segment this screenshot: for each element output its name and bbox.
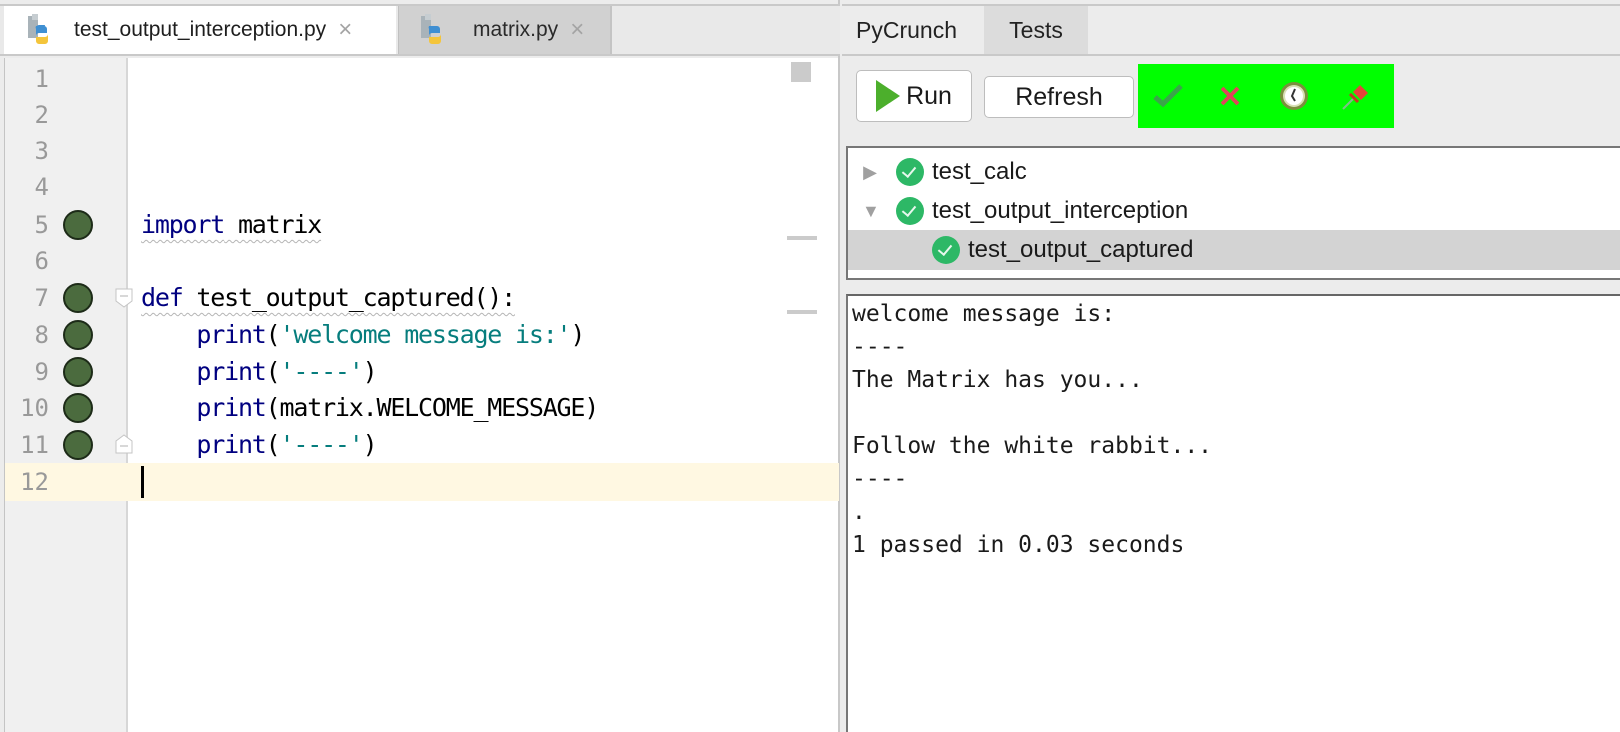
code-text: print('welcome message is:') bbox=[141, 320, 585, 349]
tab-label: matrix.py bbox=[473, 18, 559, 41]
scrollbar-marker[interactable] bbox=[787, 310, 817, 314]
tree-node-test-calc[interactable]: ▶ test_calc bbox=[848, 152, 1620, 192]
code-text: def test_output_captured(): bbox=[141, 283, 516, 312]
close-icon[interactable]: × bbox=[338, 18, 352, 42]
pycrunch-panel: PyCrunch Tests Run Refresh ▶ test_calc ▼… bbox=[842, 0, 1620, 732]
text-caret bbox=[141, 466, 144, 498]
tab-tests[interactable]: Tests bbox=[984, 6, 1088, 54]
editor-tab-bar: test_output_interception.py × matrix.py … bbox=[0, 4, 840, 56]
pin-icon[interactable] bbox=[1340, 80, 1372, 112]
close-icon[interactable]: × bbox=[570, 18, 584, 42]
python-file-icon bbox=[417, 14, 449, 46]
code-line: 1 bbox=[5, 60, 839, 98]
python-file-icon bbox=[24, 14, 56, 46]
run-label: Run bbox=[906, 81, 952, 110]
coverage-marker-icon[interactable] bbox=[63, 393, 93, 423]
fold-icon[interactable] bbox=[115, 288, 133, 308]
passed-status-icon bbox=[896, 197, 924, 225]
tree-node-test-output-interception[interactable]: ▼ test_output_interception bbox=[848, 191, 1620, 231]
collapse-arrow-icon[interactable]: ▼ bbox=[862, 201, 880, 222]
code-line: 3 bbox=[5, 132, 839, 170]
filter-toolbar bbox=[1138, 64, 1394, 128]
tab-matrix[interactable]: matrix.py × bbox=[398, 6, 612, 54]
passed-status-icon bbox=[932, 236, 960, 264]
line-number: 8 bbox=[34, 321, 49, 349]
panel-tab-bar: PyCrunch Tests bbox=[842, 4, 1620, 56]
code-text: print('----') bbox=[141, 430, 377, 459]
test-output-console[interactable]: welcome message is: ---- The Matrix has … bbox=[846, 294, 1620, 732]
current-line: 12 bbox=[5, 463, 839, 501]
line-number: 1 bbox=[34, 65, 49, 93]
code-line: 7 def test_output_captured(): bbox=[5, 279, 839, 317]
code-line: 9 print('----') bbox=[5, 353, 839, 391]
tree-node-label: test_output_captured bbox=[968, 236, 1194, 263]
line-number: 5 bbox=[34, 211, 49, 239]
expand-arrow-icon[interactable]: ▶ bbox=[862, 162, 878, 183]
play-icon bbox=[876, 80, 901, 112]
line-number: 10 bbox=[20, 394, 49, 422]
code-line: 11 print('----') bbox=[5, 426, 839, 464]
line-number: 12 bbox=[20, 468, 49, 496]
code-line: 2 bbox=[5, 96, 839, 134]
tab-label: test_output_interception.py bbox=[74, 18, 327, 41]
tree-node-test-output-captured[interactable]: test_output_captured bbox=[848, 230, 1620, 270]
passed-status-icon bbox=[896, 158, 924, 186]
tree-node-label: test_output_interception bbox=[932, 197, 1189, 224]
coverage-marker-icon[interactable] bbox=[63, 210, 93, 240]
line-number: 9 bbox=[34, 358, 49, 386]
clock-icon[interactable] bbox=[1278, 80, 1310, 112]
code-line: 5 import matrix bbox=[5, 206, 839, 244]
coverage-marker-icon[interactable] bbox=[63, 320, 93, 350]
line-number: 2 bbox=[34, 101, 49, 129]
output-text: welcome message is: ---- The Matrix has … bbox=[852, 301, 1213, 558]
code-editor[interactable]: 1 2 3 4 5 import matrix 6 7 def test_out… bbox=[4, 58, 839, 732]
line-number: 4 bbox=[34, 173, 49, 201]
code-line: 4 bbox=[5, 168, 839, 206]
tab-test-output-interception[interactable]: test_output_interception.py × bbox=[4, 6, 396, 54]
code-line: 8 print('welcome message is:') bbox=[5, 316, 839, 354]
run-button[interactable]: Run bbox=[856, 70, 972, 122]
cross-icon[interactable] bbox=[1214, 80, 1246, 112]
coverage-marker-icon[interactable] bbox=[63, 283, 93, 313]
line-number: 6 bbox=[34, 247, 49, 275]
coverage-marker-icon[interactable] bbox=[63, 357, 93, 387]
tab-pycrunch[interactable]: PyCrunch bbox=[842, 6, 971, 54]
code-text: print(matrix.WELCOME_MESSAGE) bbox=[141, 393, 599, 422]
fold-end-icon[interactable] bbox=[115, 434, 133, 454]
coverage-marker-icon[interactable] bbox=[63, 430, 93, 460]
line-number: 3 bbox=[34, 137, 49, 165]
code-text: print('----') bbox=[141, 357, 377, 386]
test-tree: ▶ test_calc ▼ test_output_interception t… bbox=[846, 146, 1620, 280]
code-text: import matrix bbox=[141, 210, 322, 239]
line-number: 11 bbox=[20, 431, 49, 459]
code-line: 6 bbox=[5, 242, 839, 280]
tree-node-label: test_calc bbox=[932, 158, 1027, 185]
panel-toolbar: Run Refresh bbox=[842, 58, 1620, 136]
scrollbar-marker[interactable] bbox=[787, 236, 817, 240]
checkmark-icon[interactable] bbox=[1152, 80, 1184, 112]
editor-pane: test_output_interception.py × matrix.py … bbox=[0, 0, 840, 732]
refresh-button[interactable]: Refresh bbox=[984, 76, 1134, 118]
line-number: 7 bbox=[34, 284, 49, 312]
inspection-status-icon[interactable] bbox=[791, 62, 811, 82]
code-line: 10 print(matrix.WELCOME_MESSAGE) bbox=[5, 389, 839, 427]
